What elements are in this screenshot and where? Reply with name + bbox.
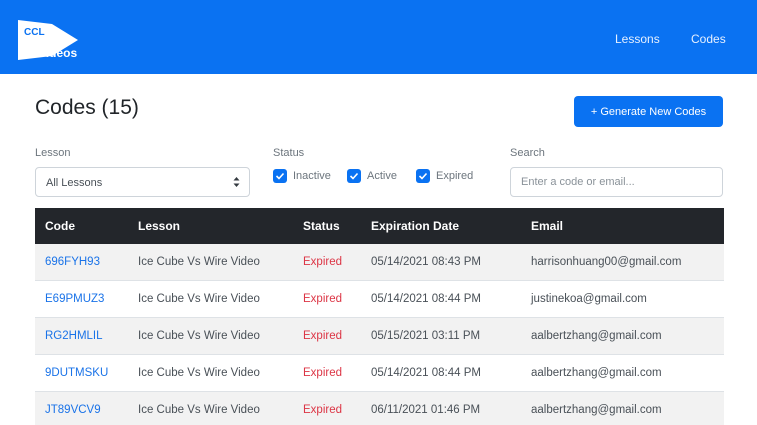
lesson-cell: Ice Cube Vs Wire Video [138, 256, 260, 268]
logo-top-text: CCL [24, 27, 45, 38]
lesson-cell: Ice Cube Vs Wire Video [138, 330, 260, 342]
column-header-email[interactable]: Email [531, 219, 563, 233]
status-cell: Expired [303, 404, 342, 416]
ccl-videos-logo[interactable]: CCL Videos [16, 18, 92, 62]
status-cell: Expired [303, 367, 342, 379]
status-cell: Expired [303, 256, 342, 268]
lesson-select[interactable]: All Lessons [35, 167, 250, 197]
checkbox-checked-icon[interactable] [347, 169, 361, 183]
status-filter-label: Status [273, 147, 305, 159]
codes-table: Code Lesson Status Expiration Date Email… [35, 208, 724, 425]
table-row[interactable]: 696FYH93 Ice Cube Vs Wire Video Expired … [35, 244, 724, 281]
column-header-expiration-date[interactable]: Expiration Date [371, 219, 459, 233]
lesson-cell: Ice Cube Vs Wire Video [138, 293, 260, 305]
checkbox-checked-icon[interactable] [416, 169, 430, 183]
status-cell: Expired [303, 293, 342, 305]
status-cell: Expired [303, 330, 342, 342]
email-cell: harrisonhuang00@gmail.com [531, 256, 682, 268]
code-link[interactable]: E69PMUZ3 [45, 293, 104, 305]
page-title: Codes (15) [35, 96, 139, 119]
nav-link-codes[interactable]: Codes [691, 32, 726, 46]
column-header-code[interactable]: Code [45, 219, 75, 233]
table-row[interactable]: E69PMUZ3 Ice Cube Vs Wire Video Expired … [35, 281, 724, 318]
lesson-select-value: All Lessons [46, 177, 103, 189]
logo-bottom-text: Videos [38, 46, 77, 60]
select-arrows-icon [233, 177, 240, 187]
top-navbar: CCL Videos Lessons Codes [0, 0, 757, 74]
expiration-date-cell: 05/15/2021 03:11 PM [371, 330, 481, 342]
expiration-date-cell: 05/14/2021 08:43 PM [371, 256, 481, 268]
expiration-date-cell: 06/11/2021 01:46 PM [371, 404, 481, 416]
lesson-filter-label: Lesson [35, 147, 71, 159]
status-checkbox-inactive[interactable]: Inactive [273, 168, 331, 184]
lesson-cell: Ice Cube Vs Wire Video [138, 404, 260, 416]
table-row[interactable]: RG2HMLIL Ice Cube Vs Wire Video Expired … [35, 318, 724, 355]
column-header-lesson[interactable]: Lesson [138, 219, 180, 233]
table-header: Code Lesson Status Expiration Date Email [35, 208, 724, 244]
email-cell: aalbertzhang@gmail.com [531, 367, 662, 379]
code-link[interactable]: 9DUTMSKU [45, 367, 108, 379]
code-link[interactable]: RG2HMLIL [45, 330, 103, 342]
lesson-cell: Ice Cube Vs Wire Video [138, 367, 260, 379]
column-header-status[interactable]: Status [303, 219, 340, 233]
email-cell: aalbertzhang@gmail.com [531, 330, 662, 342]
expiration-date-cell: 05/14/2021 08:44 PM [371, 367, 481, 379]
checkbox-label-inactive: Inactive [293, 170, 331, 182]
checkbox-label-expired: Expired [436, 170, 474, 182]
code-link[interactable]: 696FYH93 [45, 256, 100, 268]
checkbox-label-active: Active [367, 170, 397, 182]
expiration-date-cell: 05/14/2021 08:44 PM [371, 293, 481, 305]
table-row[interactable]: 9DUTMSKU Ice Cube Vs Wire Video Expired … [35, 355, 724, 392]
code-link[interactable]: JT89VCV9 [45, 404, 101, 416]
email-cell: justinekoa@gmail.com [531, 293, 647, 305]
generate-new-codes-button[interactable]: + Generate New Codes [574, 96, 723, 127]
status-checkbox-active[interactable]: Active [347, 168, 397, 184]
nav-link-lessons[interactable]: Lessons [615, 32, 660, 46]
status-checkbox-expired[interactable]: Expired [416, 168, 473, 184]
table-row[interactable]: JT89VCV9 Ice Cube Vs Wire Video Expired … [35, 392, 724, 425]
email-cell: aalbertzhang@gmail.com [531, 404, 662, 416]
search-input[interactable] [510, 167, 723, 197]
search-label: Search [510, 147, 545, 159]
checkbox-checked-icon[interactable] [273, 169, 287, 183]
